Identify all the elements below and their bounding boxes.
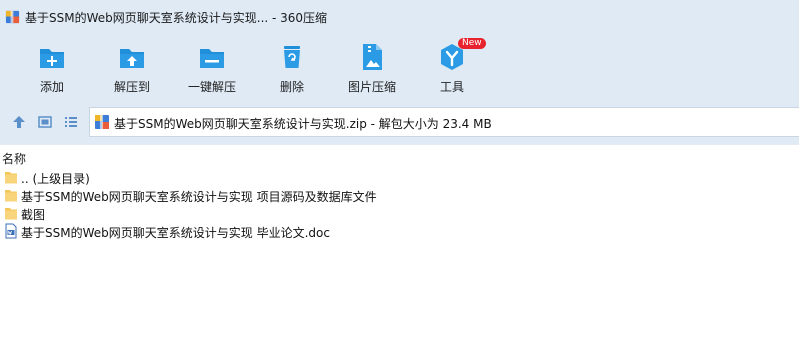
new-badge: New bbox=[458, 38, 486, 49]
title-bar: 基于SSM的Web网页聊天室系统设计与实现... - 360压缩 bbox=[0, 0, 799, 34]
zip-archive-icon bbox=[95, 115, 109, 129]
list-item[interactable]: 基于SSM的Web网页聊天室系统设计与实现 项目源码及数据库文件 bbox=[0, 186, 799, 204]
file-name: 基于SSM的Web网页聊天室系统设计与实现 项目源码及数据库文件 bbox=[21, 190, 377, 204]
extract-to-label: 解压到 bbox=[113, 80, 150, 94]
file-list: .. (上级目录) 基于SSM的Web网页聊天室系统设计与实现 项目源码及数据库… bbox=[0, 168, 799, 240]
image-compress-label: 图片压缩 bbox=[347, 80, 396, 94]
list-item-parent-directory[interactable]: .. (上级目录) bbox=[0, 168, 799, 186]
archive-path: 基于SSM的Web网页聊天室系统设计与实现.zip - 解包大小为 23.4 M… bbox=[114, 117, 492, 131]
file-name: 基于SSM的Web网页聊天室系统设计与实现 毕业论文.doc bbox=[21, 226, 330, 240]
one-click-extract-icon bbox=[200, 49, 224, 68]
delete-button[interactable]: 删除 bbox=[252, 38, 332, 96]
list-item[interactable]: 基于SSM的Web网页聊天室系统设计与实现 毕业论文.doc bbox=[0, 222, 799, 240]
toolbar: 添加 解压到 一键解压 删除 图片压缩 New 工具 bbox=[0, 34, 799, 100]
window-title: 基于SSM的Web网页聊天室系统设计与实现... - 360压缩 bbox=[25, 11, 328, 25]
extract-to-icon bbox=[120, 49, 144, 68]
folder-icon bbox=[5, 208, 17, 220]
tools-button[interactable]: New 工具 bbox=[412, 38, 492, 96]
image-compress-button[interactable]: 图片压缩 bbox=[332, 38, 412, 96]
list-item[interactable]: 截图 bbox=[0, 204, 799, 222]
thumbnail-view-icon[interactable] bbox=[36, 113, 54, 131]
file-name: 截图 bbox=[21, 208, 46, 222]
delete-icon bbox=[284, 46, 300, 68]
word-document-icon bbox=[5, 223, 17, 239]
folder-icon bbox=[5, 190, 17, 202]
up-arrow-icon[interactable] bbox=[10, 113, 28, 131]
add-icon bbox=[40, 49, 64, 68]
extract-to-button[interactable]: 解压到 bbox=[92, 38, 172, 96]
tools-label: 工具 bbox=[439, 80, 464, 94]
address-field[interactable]: 基于SSM的Web网页聊天室系统设计与实现.zip - 解包大小为 23.4 M… bbox=[89, 107, 799, 137]
one-click-extract-label: 一键解压 bbox=[187, 80, 236, 94]
column-header-name[interactable]: 名称 bbox=[2, 150, 26, 167]
list-header: 名称 bbox=[0, 144, 799, 166]
add-label: 添加 bbox=[39, 80, 64, 94]
delete-label: 删除 bbox=[279, 80, 304, 94]
folder-icon bbox=[5, 172, 17, 184]
list-view-icon[interactable] bbox=[62, 113, 80, 131]
one-click-extract-button[interactable]: 一键解压 bbox=[172, 38, 252, 96]
image-compress-icon bbox=[363, 44, 382, 70]
file-name: .. (上级目录) bbox=[21, 172, 90, 186]
add-button[interactable]: 添加 bbox=[12, 38, 92, 96]
archive-app-icon bbox=[5, 10, 20, 24]
